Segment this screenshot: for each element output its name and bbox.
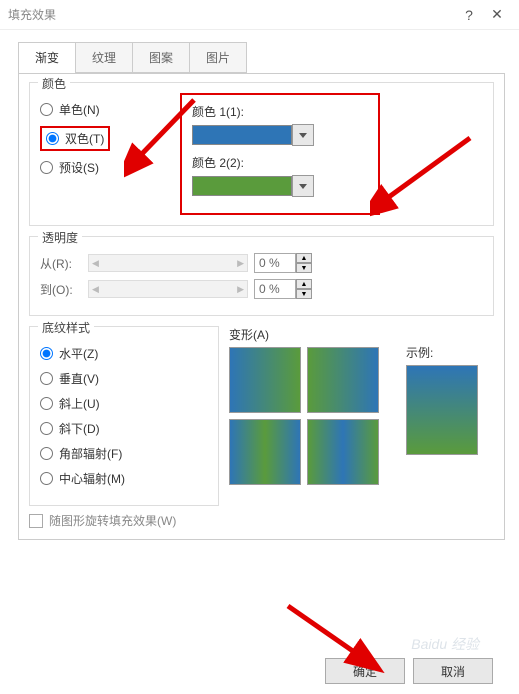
radio-vert-label: 垂直(V) [59, 370, 99, 387]
tab-gradient[interactable]: 渐变 [18, 42, 76, 73]
color2-swatch [192, 176, 292, 196]
color-mode-radios: 单色(N) 双色(T) 预设(S) [40, 93, 180, 215]
sample-group: 示例: [406, 344, 478, 455]
color1-label: 颜色 1(1): [192, 103, 368, 120]
radio-preset-input[interactable] [40, 161, 53, 174]
radio-single-label: 单色(N) [59, 101, 100, 118]
chevron-left-icon: ◀ [92, 284, 99, 295]
trans-to-slider[interactable]: ◀▶ [88, 280, 248, 298]
radio-preset-label: 预设(S) [59, 159, 99, 176]
radio-dual[interactable]: 双色(T) [40, 126, 180, 151]
color2-label: 颜色 2(2): [192, 154, 368, 171]
radio-diagup-input[interactable] [40, 397, 53, 410]
radio-corner[interactable]: 角部辐射(F) [40, 445, 208, 462]
sample-label: 示例: [406, 344, 478, 361]
color-group-title: 颜色 [38, 75, 70, 92]
help-icon[interactable]: ? [455, 7, 483, 23]
shade-group: 底纹样式 水平(Z) 垂直(V) 斜上(U) 斜下(D) 角部辐射(F) 中心辐… [29, 326, 219, 506]
ok-button[interactable]: 确定 [325, 658, 405, 684]
chevron-right-icon: ▶ [237, 284, 244, 295]
trans-from-label: 从(R): [40, 255, 82, 272]
trans-from-value[interactable]: 0 % [254, 253, 296, 273]
radio-diagup-label: 斜上(U) [59, 395, 100, 412]
color2-select[interactable] [192, 175, 368, 197]
radio-dual-label: 双色(T) [65, 130, 104, 147]
tab-bar: 渐变 纹理 图案 图片 [18, 42, 509, 73]
variant-1[interactable] [229, 347, 301, 413]
rotate-checkbox[interactable] [29, 514, 43, 528]
chevron-right-icon: ▶ [237, 258, 244, 269]
variants-title: 变形(A) [229, 326, 379, 343]
color1-swatch [192, 125, 292, 145]
transparency-group-title: 透明度 [38, 229, 82, 246]
rotate-option[interactable]: 随图形旋转填充效果(W) [29, 512, 494, 529]
sample-preview [406, 365, 478, 455]
button-bar: 确定 取消 [325, 658, 493, 684]
radio-corner-label: 角部辐射(F) [59, 445, 122, 462]
radio-center[interactable]: 中心辐射(M) [40, 470, 208, 487]
variant-3[interactable] [229, 419, 301, 485]
radio-corner-input[interactable] [40, 447, 53, 460]
radio-horiz[interactable]: 水平(Z) [40, 345, 208, 362]
radio-vert-input[interactable] [40, 372, 53, 385]
radio-diagdown-label: 斜下(D) [59, 420, 100, 437]
spin-down-icon[interactable]: ▼ [296, 289, 312, 299]
radio-single[interactable]: 单色(N) [40, 101, 180, 118]
radio-vert[interactable]: 垂直(V) [40, 370, 208, 387]
watermark: Baidu 经验 [411, 634, 479, 654]
radio-center-input[interactable] [40, 472, 53, 485]
color2-dropdown-icon[interactable] [292, 175, 314, 197]
trans-to-value[interactable]: 0 % [254, 279, 296, 299]
cancel-button[interactable]: 取消 [413, 658, 493, 684]
shade-group-title: 底纹样式 [38, 319, 94, 336]
radio-preset[interactable]: 预设(S) [40, 159, 180, 176]
spin-down-icon[interactable]: ▼ [296, 263, 312, 273]
variant-2[interactable] [307, 347, 379, 413]
trans-to-label: 到(O): [40, 281, 82, 298]
trans-from-spin[interactable]: 0 % ▲▼ [254, 253, 312, 273]
tab-picture[interactable]: 图片 [190, 42, 247, 73]
radio-diagdown[interactable]: 斜下(D) [40, 420, 208, 437]
content-panel: 颜色 单色(N) 双色(T) 预设(S) 颜色 [18, 73, 505, 540]
spin-up-icon[interactable]: ▲ [296, 279, 312, 289]
titlebar: 填充效果 ? ✕ [0, 0, 519, 30]
chevron-left-icon: ◀ [92, 258, 99, 269]
color-panel: 颜色 1(1): 颜色 2(2): [180, 93, 380, 215]
tab-pattern[interactable]: 图案 [133, 42, 190, 73]
radio-diagdown-input[interactable] [40, 422, 53, 435]
trans-to-spin[interactable]: 0 % ▲▼ [254, 279, 312, 299]
tab-texture[interactable]: 纹理 [76, 42, 133, 73]
radio-dual-input[interactable] [46, 132, 59, 145]
spin-up-icon[interactable]: ▲ [296, 253, 312, 263]
transparency-group: 透明度 从(R): ◀▶ 0 % ▲▼ 到(O): ◀▶ 0 % ▲▼ [29, 236, 494, 316]
window-title: 填充效果 [8, 6, 455, 23]
variants-group: 变形(A) [229, 326, 379, 506]
radio-horiz-input[interactable] [40, 347, 53, 360]
radio-horiz-label: 水平(Z) [59, 345, 98, 362]
radio-center-label: 中心辐射(M) [59, 470, 125, 487]
rotate-label: 随图形旋转填充效果(W) [49, 512, 176, 529]
radio-single-input[interactable] [40, 103, 53, 116]
color1-dropdown-icon[interactable] [292, 124, 314, 146]
trans-from-slider[interactable]: ◀▶ [88, 254, 248, 272]
color-group: 颜色 单色(N) 双色(T) 预设(S) 颜色 [29, 82, 494, 226]
color1-select[interactable] [192, 124, 368, 146]
variant-4[interactable] [307, 419, 379, 485]
radio-diagup[interactable]: 斜上(U) [40, 395, 208, 412]
close-icon[interactable]: ✕ [483, 6, 511, 23]
